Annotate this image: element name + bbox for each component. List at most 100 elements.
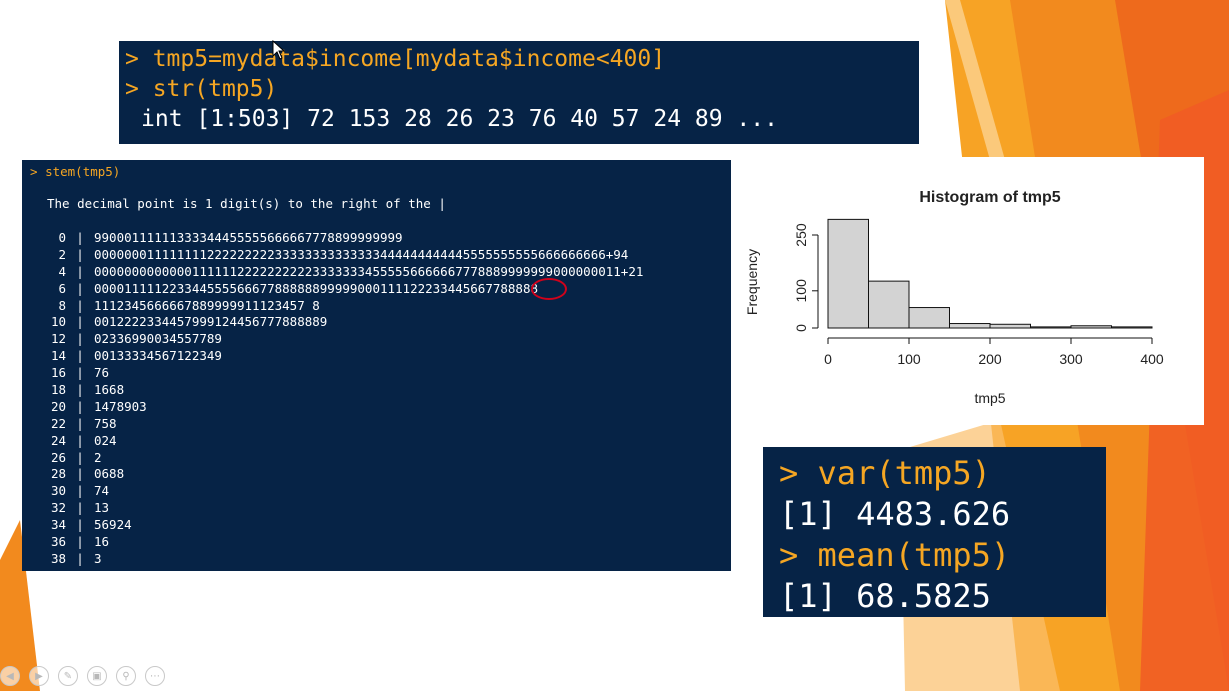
y-tick-label: 0: [793, 324, 809, 332]
stem-separator: |: [76, 230, 84, 245]
x-axis-label: tmp5: [974, 390, 1005, 406]
stem-row: 10 | 0012222334457999124456777888889: [22, 314, 731, 331]
stem-leaves: 74: [94, 483, 110, 499]
stem-separator: |: [76, 415, 84, 431]
histogram-bar: [868, 280, 910, 329]
stem-row: 24 | 024: [22, 433, 731, 450]
stem-separator: |: [76, 466, 84, 482]
stem-value: 18: [50, 382, 66, 398]
stem-row: 18 | 1668: [22, 382, 731, 399]
x-tick-label: 0: [824, 351, 832, 367]
stem-value: 38: [50, 550, 66, 566]
stem-separator: |: [76, 365, 84, 381]
stem-leaves: 56924: [94, 517, 132, 533]
stem-leaves: 9900011111133334445555566666777889999999…: [94, 230, 403, 245]
stem-leaves: 02336990034557789: [94, 331, 222, 347]
stem-leaves: 1478903: [94, 398, 147, 414]
stem-separator: |: [76, 449, 84, 465]
stem-value: 0: [58, 230, 66, 245]
stem-row: 26 | 2: [22, 450, 731, 467]
stem-row: 12 | 02336990034557789: [22, 331, 731, 348]
slides-icon[interactable]: ▣: [87, 666, 107, 686]
stem-row: 32 | 13: [22, 500, 731, 517]
stem-value: 16: [50, 365, 66, 381]
stem-separator: |: [76, 246, 84, 262]
mouse-pointer-icon: [272, 40, 286, 60]
x-tick-label: 100: [897, 351, 921, 367]
stem-value: 24: [50, 432, 66, 448]
decimal-point-note: The decimal point is 1 digit(s) to the r…: [47, 196, 446, 211]
stem-console-panel: > stem(tmp5) The decimal point is 1 digi…: [22, 160, 731, 571]
command-line: > tmp5=mydata$income[mydata$income<400]: [125, 46, 666, 72]
stem-value: 34: [50, 517, 66, 533]
stem-value: 32: [50, 500, 66, 516]
y-tick-label: 250: [793, 223, 809, 247]
histogram-bar: [1111, 326, 1153, 329]
histogram-chart: Histogram of tmp5 0 100 200 300 400 0 100 250 tmp…: [744, 189, 1164, 406]
stem-row: 0 | 99000111111333344455555666667778899999…: [22, 230, 731, 247]
y-tick-label: 100: [793, 279, 809, 303]
stem-row: 34 | 56924: [22, 517, 731, 534]
stem-row: 30 | 74: [22, 483, 731, 500]
previous-icon[interactable]: ◀: [0, 666, 20, 686]
stem-value: 14: [50, 348, 66, 364]
stem-leaves: 2: [94, 449, 102, 465]
stem-separator: |: [76, 550, 84, 566]
stem-row: 6 | 00001111122334455556667788888899999000…: [22, 281, 731, 298]
stem-leaves: 1112345666667889999911123457 8: [94, 297, 320, 313]
var-result: [1] 4483.626: [779, 495, 1011, 533]
x-tick-label: 400: [1140, 351, 1164, 367]
stem-separator: |: [76, 314, 84, 330]
histogram-bar: [908, 307, 950, 329]
histogram-bar: [827, 218, 869, 329]
stem-value: 36: [50, 534, 66, 550]
x-tick-label: 200: [978, 351, 1002, 367]
zoom-icon[interactable]: ⚲: [116, 666, 136, 686]
histogram-bar: [1030, 326, 1072, 329]
slide-nav-toolbar: ◀ ▶ ✎ ▣ ⚲ ⋯: [0, 666, 165, 688]
highlight-circle: [531, 278, 567, 300]
stem-leaves: 76: [94, 365, 110, 381]
stem-row: 22 | 758: [22, 416, 731, 433]
stem-row: 16 | 76: [22, 365, 731, 382]
stem-leaves: 758: [94, 415, 117, 431]
stem-value: 22: [50, 415, 66, 431]
stem-value: 30: [50, 483, 66, 499]
pen-icon[interactable]: ✎: [58, 666, 78, 686]
stem-leaves: 13: [94, 500, 110, 516]
stem-row: 36 | 16: [22, 534, 731, 551]
histogram-bar: [989, 323, 1031, 329]
command-text: stem(tmp5): [45, 164, 121, 179]
stem-separator: |: [76, 331, 84, 347]
stem-value: 28: [50, 466, 66, 482]
stem-row: 2 | 00000001111111122222222233333333333333…: [22, 247, 731, 264]
command-text: tmp5=mydata$income[mydata$income<400]: [152, 46, 666, 72]
stem-leaves: 16: [94, 534, 110, 550]
stem-row: 28 | 0688: [22, 466, 731, 483]
top-console-panel: > tmp5=mydata$income[mydata$income<400] …: [119, 41, 919, 144]
stem-leaves: 0000111112233445555666778888889999900011…: [94, 280, 539, 296]
stem-value: 26: [50, 449, 66, 465]
histogram-bar: [949, 323, 991, 329]
stem-value: 4: [58, 263, 66, 279]
more-icon[interactable]: ⋯: [145, 666, 165, 686]
next-icon[interactable]: ▶: [29, 666, 49, 686]
stem-value: 2: [58, 246, 66, 262]
stem-separator: |: [76, 280, 84, 296]
stem-value: 12: [50, 331, 66, 347]
y-axis-label: Frequency: [744, 249, 760, 315]
stem-row: 8 | 1112345666667889999911123457 8: [22, 298, 731, 315]
command-text: mean(tmp5): [817, 536, 1011, 574]
command-text: str(tmp5): [152, 76, 278, 102]
stem-separator: |: [76, 263, 84, 279]
stem-value: 20: [50, 398, 66, 414]
stem-row: 38 | 3: [22, 551, 731, 568]
stem-leaves: 0000000000000111111222222222233333334555…: [94, 263, 644, 279]
stats-console-panel: > var(tmp5) [1] 4483.626 > mean(tmp5) [1…: [763, 447, 1106, 617]
command-line: > stem(tmp5): [30, 164, 121, 179]
command-line: > var(tmp5): [779, 454, 991, 492]
stem-separator: |: [76, 534, 84, 550]
stem-row: 14 | 00133334567122349: [22, 348, 731, 365]
stem-leaves: 0000000111111112222222223333333333333344…: [94, 246, 629, 262]
stem-leaf-table: 0 | 99000111111333344455555666667778899999…: [22, 230, 731, 568]
